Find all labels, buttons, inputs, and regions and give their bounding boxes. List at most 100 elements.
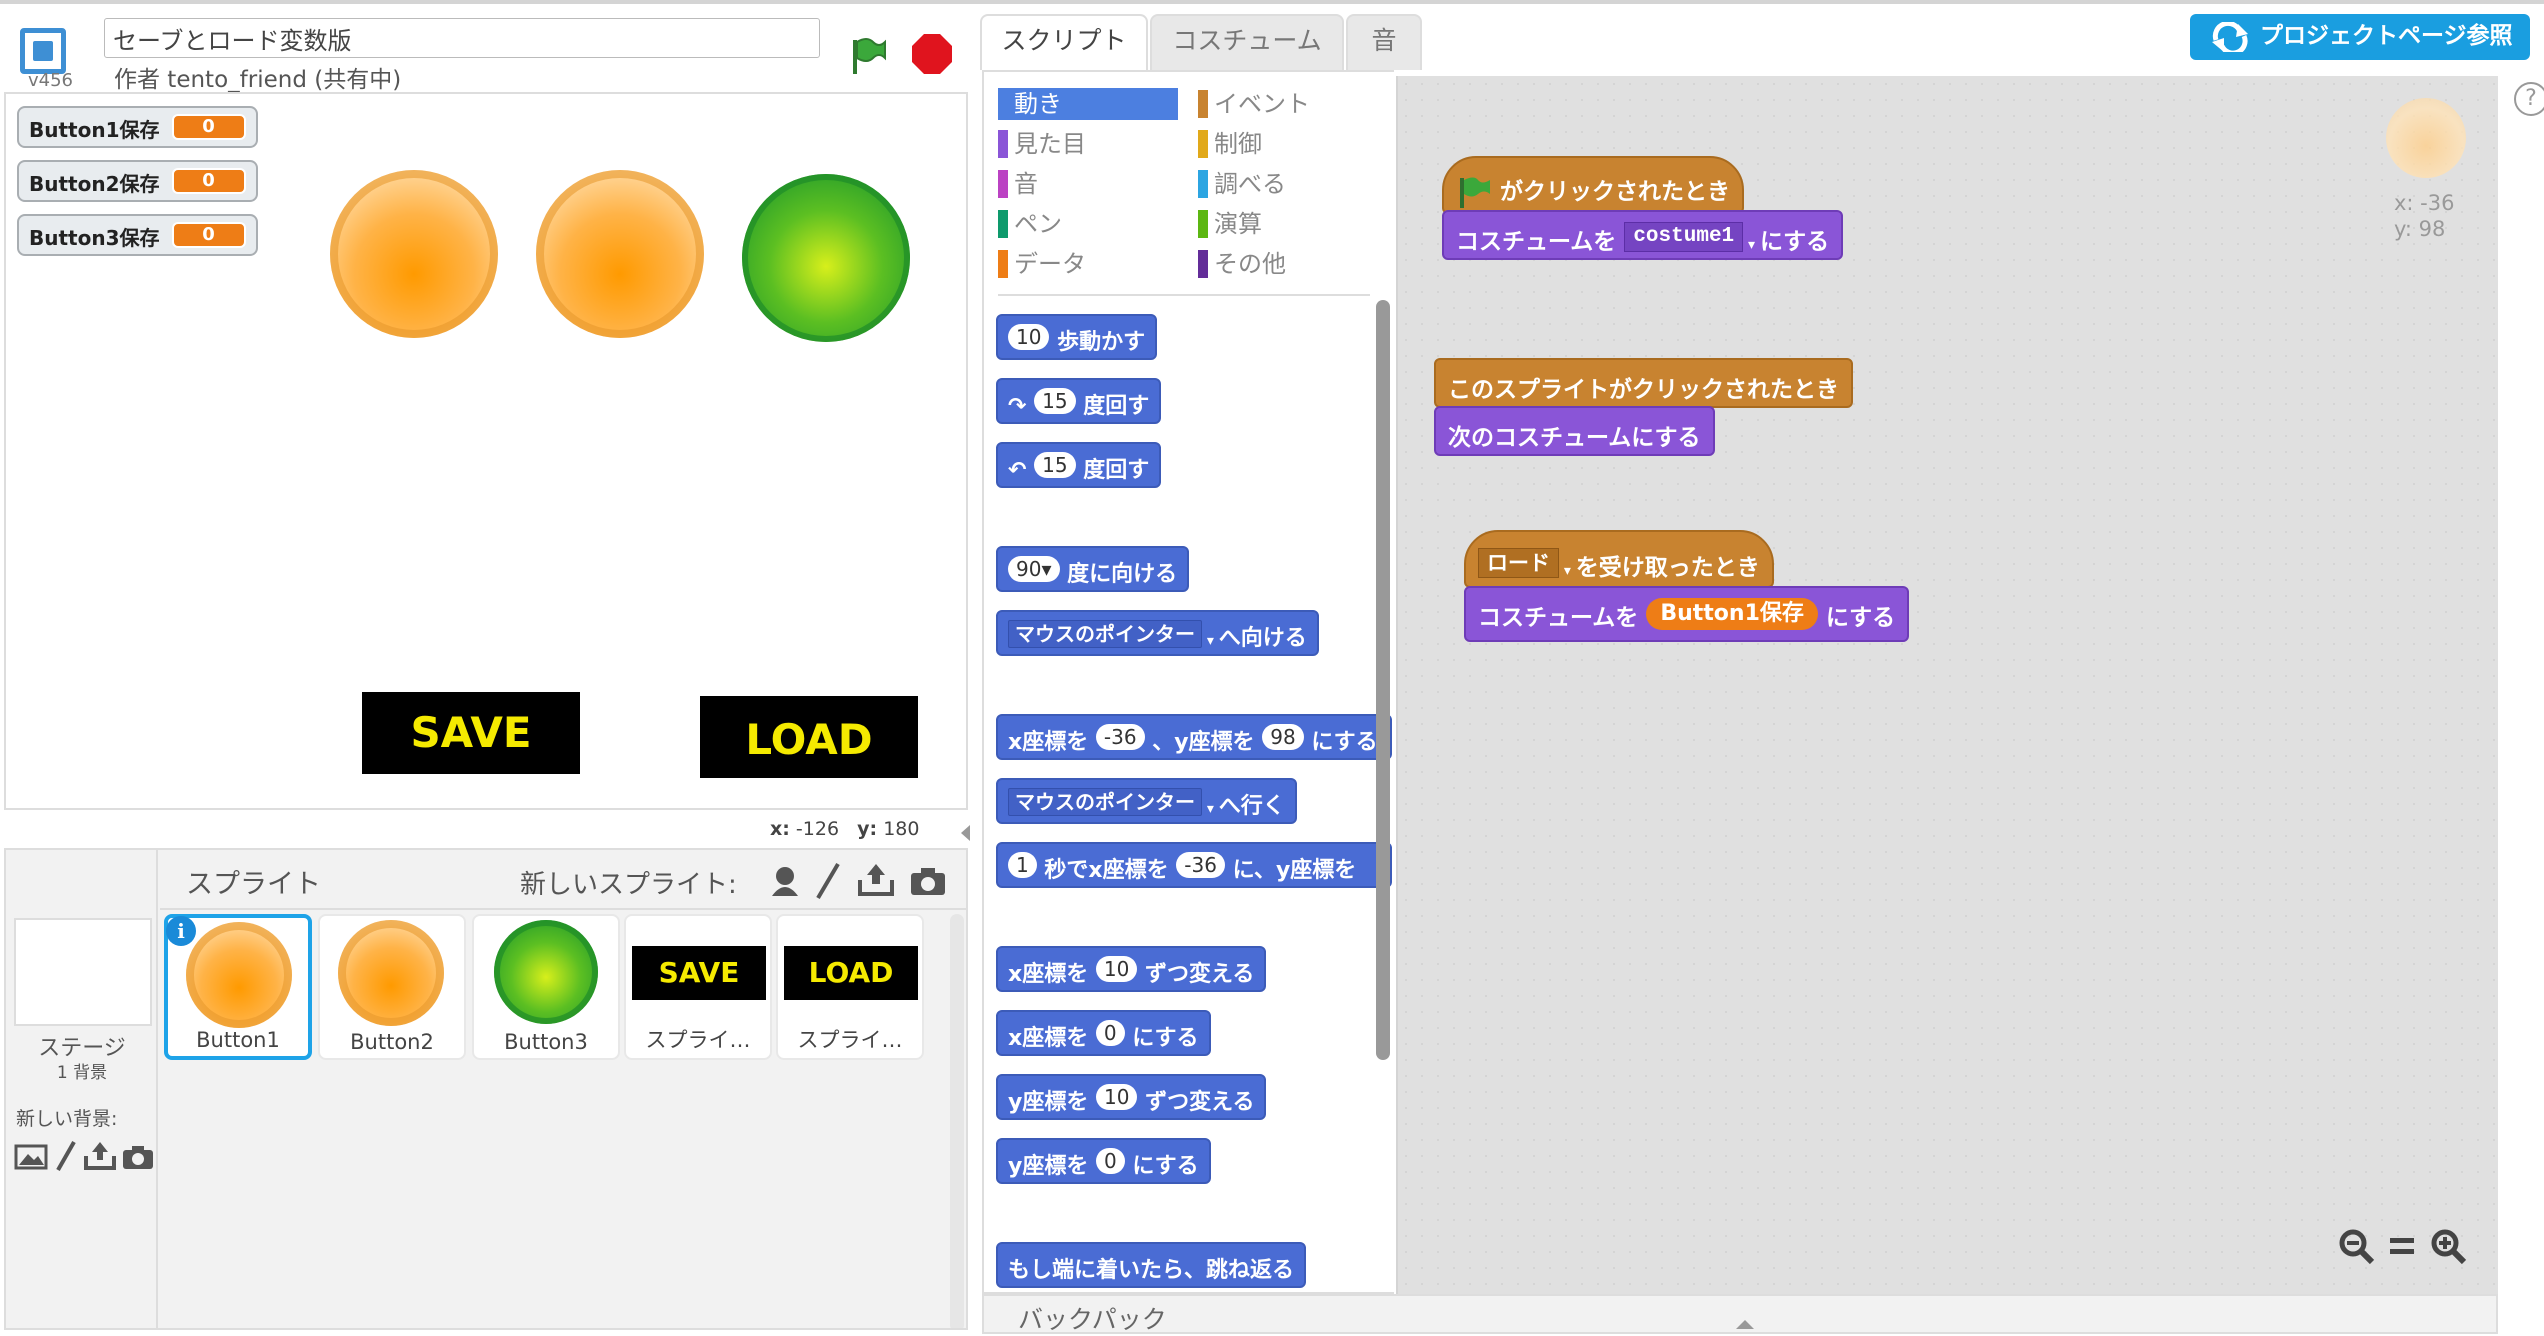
variable-monitor-button1[interactable]: Button1保存 0 <box>17 106 258 148</box>
green-flag-icon[interactable] <box>845 34 889 78</box>
block-input[interactable]: 0 <box>1095 1020 1125 1046</box>
block-bounce-on-edge[interactable]: もし端に着いたら、跳ね返る <box>996 1242 1307 1288</box>
block-input[interactable]: -36 <box>1095 724 1145 750</box>
category-sound[interactable]: 音 <box>998 168 1178 200</box>
stage-thumbnail[interactable] <box>14 918 152 1026</box>
see-project-page-button[interactable]: プロジェクトページ参照 <box>2190 14 2530 60</box>
block-turn-left[interactable]: ↶ 15 度回す <box>996 442 1162 488</box>
block-input[interactable]: 15 <box>1034 452 1076 478</box>
sprite-thumb-image <box>186 922 292 1028</box>
sprite-thumb-button1[interactable]: i Button1 <box>164 914 312 1060</box>
variable-monitor-button2[interactable]: Button2保存 0 <box>17 160 258 202</box>
category-motion[interactable]: 動き <box>998 88 1178 120</box>
sprite-header: スプライト 新しいスプライト: <box>160 850 966 910</box>
sprite-list-scrollbar[interactable] <box>950 914 964 1328</box>
sprite-thumb-button3[interactable]: Button3 <box>472 914 620 1060</box>
script-when-sprite-clicked[interactable]: このスプライトがクリックされたとき <box>1434 358 1853 408</box>
button3-sprite[interactable] <box>742 174 910 342</box>
variable-reporter[interactable]: Button1保存 <box>1646 598 1818 630</box>
stop-icon[interactable] <box>910 32 954 76</box>
expand-backpack-icon[interactable] <box>1734 1318 1756 1330</box>
category-looks[interactable]: 見た目 <box>998 128 1178 160</box>
category-events[interactable]: イベント <box>1198 88 1378 120</box>
monitor-label: Button3保存 <box>29 226 160 250</box>
block-label: へ向ける <box>1218 626 1307 651</box>
block-input[interactable]: 15 <box>1034 388 1076 414</box>
block-input[interactable]: 10 <box>1096 1084 1138 1110</box>
upload-backdrop-icon[interactable] <box>84 1140 116 1170</box>
block-turn-right[interactable]: ↷ 15 度回す <box>996 378 1162 424</box>
monitor-label: Button2保存 <box>29 172 160 196</box>
sprite-name: スプライ… <box>797 1028 903 1052</box>
backdrop-library-icon[interactable] <box>14 1142 48 1170</box>
sprite-thumb-save[interactable]: SAVE スプライ… <box>624 914 772 1060</box>
block-set-x[interactable]: x座標を 0 にする <box>996 1010 1211 1056</box>
sprite-thumb-image: SAVE <box>632 946 766 1000</box>
block-change-y[interactable]: y座標を 10 ずつ変える <box>996 1074 1267 1120</box>
message-dropdown[interactable]: ロード <box>1478 548 1559 578</box>
block-input[interactable]: 0 <box>1096 1148 1125 1174</box>
project-title-input[interactable] <box>104 18 820 58</box>
camera-backdrop-icon[interactable] <box>122 1144 154 1170</box>
variable-monitor-button3[interactable]: Button3保存 0 <box>17 214 258 256</box>
category-sensing[interactable]: 調べる <box>1198 168 1378 200</box>
block-palette: 動き イベント 見た目 制御 音 調べる ペン 演算 データ その他 10 歩動… <box>982 70 1394 1294</box>
block-dropdown[interactable]: マウスのポインター <box>1008 788 1202 816</box>
category-more-blocks[interactable]: その他 <box>1198 248 1378 280</box>
see-project-page-label: プロジェクトページ参照 <box>2260 23 2513 49</box>
load-sprite[interactable]: LOAD <box>700 696 918 778</box>
script-switch-costume-var[interactable]: コスチュームを Button1保存 にする <box>1464 586 1910 642</box>
zoom-in-icon[interactable] <box>2428 1226 2468 1266</box>
block-point-towards[interactable]: マウスのポインター ▾ へ向ける <box>996 610 1319 656</box>
category-operators[interactable]: 演算 <box>1198 208 1378 240</box>
category-pen[interactable]: ペン <box>998 208 1178 240</box>
paint-sprite-icon[interactable] <box>814 862 842 900</box>
script-switch-costume[interactable]: コスチュームを costume1 ▾ にする <box>1442 210 1844 260</box>
fullscreen-button[interactable] <box>20 28 66 74</box>
block-input[interactable]: 1 <box>1008 852 1037 878</box>
tab-costumes[interactable]: コスチューム <box>1150 14 1344 70</box>
block-dropdown[interactable]: マウスのポインター <box>1008 620 1202 648</box>
block-input[interactable]: 10 <box>1095 956 1138 982</box>
zoom-out-icon[interactable] <box>2336 1226 2376 1266</box>
block-input[interactable]: -36 <box>1176 852 1225 878</box>
block-go-to-xy[interactable]: x座標を -36 、y座標を 98 にする <box>996 714 1392 760</box>
save-sprite[interactable]: SAVE <box>362 692 580 774</box>
collapse-stage-icon[interactable] <box>958 822 974 844</box>
block-input[interactable]: 98 <box>1262 724 1304 750</box>
stage[interactable]: Button1保存 0 Button2保存 0 Button3保存 0 SAVE LO… <box>4 92 968 810</box>
script-when-receive[interactable]: ロード ▾ を受け取ったとき <box>1464 530 1774 588</box>
block-label: コスチュームを <box>1478 605 1639 631</box>
block-input[interactable]: 90▾ <box>1008 556 1060 582</box>
sprite-thumb-button2[interactable]: Button2 <box>318 914 466 1060</box>
zoom-reset-icon[interactable] <box>2382 1226 2422 1266</box>
remix-icon <box>2212 22 2248 52</box>
block-set-y[interactable]: y座標を 0 にする <box>996 1138 1211 1184</box>
new-backdrop-label: 新しい背景: <box>16 1108 118 1130</box>
script-next-costume[interactable]: 次のコスチュームにする <box>1434 406 1715 456</box>
tab-sounds[interactable]: 音 <box>1346 14 1422 70</box>
block-move-steps[interactable]: 10 歩動かす <box>996 314 1158 360</box>
sprite-library-icon[interactable] <box>768 864 802 898</box>
block-input[interactable]: 10 <box>1008 324 1050 350</box>
palette-scrollbar[interactable] <box>1376 300 1390 1060</box>
camera-sprite-icon[interactable] <box>910 866 946 896</box>
sprite-thumb-load[interactable]: LOAD スプライ… <box>776 914 924 1060</box>
category-data[interactable]: データ <box>998 248 1178 280</box>
block-change-x[interactable]: x座標を 10 ずつ変える <box>996 946 1267 992</box>
category-control[interactable]: 制御 <box>1198 128 1378 160</box>
tab-scripts[interactable]: スクリプト <box>980 14 1148 70</box>
block-point-direction[interactable]: 90▾ 度に向ける <box>996 546 1190 592</box>
block-go-to[interactable]: マウスのポインター ▾ へ行く <box>996 778 1297 824</box>
button1-sprite[interactable] <box>330 170 498 338</box>
help-button[interactable]: ? <box>2514 82 2544 116</box>
paint-backdrop-icon[interactable] <box>54 1140 78 1172</box>
button2-sprite[interactable] <box>536 170 704 338</box>
script-when-flag-clicked[interactable]: がクリックされたとき <box>1442 156 1745 214</box>
scripts-area[interactable]: がクリックされたとき コスチュームを costume1 ▾ にする このスプライ… <box>1396 76 2498 1294</box>
info-icon[interactable]: i <box>166 916 196 946</box>
upload-sprite-icon[interactable] <box>858 862 894 896</box>
sprite-position: x: -36 y: 98 <box>2394 190 2454 242</box>
costume-dropdown[interactable]: costume1 <box>1624 222 1744 252</box>
block-glide[interactable]: 1 秒でx座標を -36 に、y座標を <box>996 842 1392 888</box>
